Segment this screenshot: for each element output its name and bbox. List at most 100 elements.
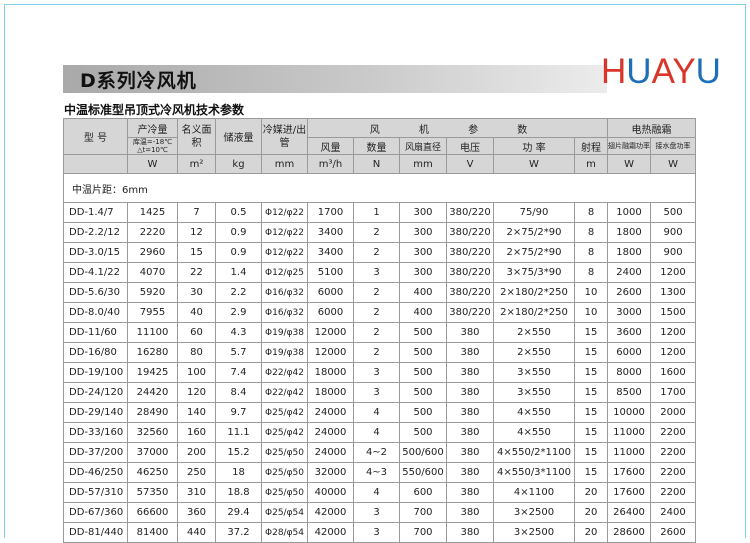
fin-pitch-label: 中温片距：6mm — [62, 173, 697, 203]
cell-liquid: 9.7 — [215, 402, 262, 423]
cell-diameter: 500 — [399, 342, 447, 363]
header-liquid: 储液量 — [215, 118, 262, 155]
header-range: 射程 — [573, 137, 609, 155]
cell-diameter: 400 — [399, 282, 447, 303]
cell-diameter: 300 — [399, 202, 447, 223]
cell-voltage: 380 — [446, 462, 494, 483]
cell-diameter: 550/600 — [399, 462, 447, 483]
cell-range: 10 — [573, 302, 609, 323]
cell-qty: 2 — [353, 322, 400, 343]
fin-pitch-row: 中温片距：6mm — [62, 173, 697, 203]
cell-area: 7 — [177, 202, 216, 223]
cell-power: 4×550 — [493, 402, 575, 423]
cell-power: 4×550 — [493, 422, 575, 443]
cell-area: 160 — [177, 422, 216, 443]
header-capacity: 产冷量 — [127, 118, 178, 138]
cell-range: 15 — [573, 462, 609, 483]
cell-model: DD-29/140 — [63, 402, 128, 423]
logo-letter-u1: U — [626, 52, 652, 91]
cell-fin-power: 28600 — [607, 522, 652, 543]
cell-area: 200 — [177, 442, 216, 463]
cell-range: 20 — [573, 482, 609, 503]
header-fan-group: 风 机 参 数 — [306, 118, 609, 138]
cell-power: 2×550 — [493, 342, 575, 363]
table-row: DD-19/100 19425 100 7.4 Φ22/φ42 18000 3 500 380 3… — [63, 362, 697, 383]
cell-model: DD-16/80 — [63, 342, 128, 363]
header-airflow: 风量 — [307, 137, 354, 155]
cell-tray-power: 1200 — [650, 262, 697, 283]
cell-model: DD-33/160 — [63, 422, 128, 443]
cell-diameter: 500 — [399, 402, 447, 423]
cell-pipe: Φ28/φ54 — [261, 522, 308, 543]
logo-letter-u2: U — [695, 52, 721, 91]
cell-fin-power: 1000 — [607, 202, 652, 223]
unit-power: W — [493, 154, 575, 174]
cell-voltage: 380 — [446, 442, 494, 463]
cell-voltage: 380 — [446, 502, 494, 523]
cell-diameter: 500 — [399, 362, 447, 383]
cell-fin-power: 2400 — [607, 262, 652, 283]
cell-power: 3×2500 — [493, 502, 575, 523]
cell-pipe: Φ25/φ50 — [261, 442, 308, 463]
cell-diameter: 300 — [399, 262, 447, 283]
cell-airflow: 24000 — [307, 422, 354, 443]
cell-capacity: 66600 — [127, 502, 178, 523]
header-defrost-group: 电热融霜 — [607, 118, 697, 138]
table-row: DD-37/200 37000 200 15.2 Φ25/φ50 24000 4~2 500/… — [63, 442, 697, 463]
table-row: DD-46/250 46250 250 18 Φ25/φ50 32000 4~3 550/60… — [63, 462, 697, 483]
cell-range: 8 — [573, 262, 609, 283]
cell-tray-power: 900 — [650, 222, 697, 243]
cell-voltage: 380/220 — [446, 222, 494, 243]
cell-airflow: 3400 — [307, 242, 354, 263]
cell-range: 10 — [573, 282, 609, 303]
cell-range: 15 — [573, 382, 609, 403]
cell-voltage: 380/220 — [446, 302, 494, 323]
unit-range: m — [573, 154, 609, 174]
cell-voltage: 380 — [446, 322, 494, 343]
logo-letter-a: A — [651, 52, 673, 91]
cell-qty: 2 — [353, 282, 400, 303]
unit-qty: N — [353, 154, 400, 174]
unit-voltage: V — [446, 154, 494, 174]
cell-fin-power: 10000 — [607, 402, 652, 423]
unit-area: m² — [177, 154, 216, 174]
cell-model: DD-46/250 — [63, 462, 128, 483]
header-pipe: 冷媒进/出管 — [261, 118, 308, 155]
cell-voltage: 380 — [446, 522, 494, 543]
unit-fin-power: W — [607, 154, 652, 174]
cell-voltage: 380/220 — [446, 282, 494, 303]
cell-fin-power: 2600 — [607, 282, 652, 303]
cell-capacity: 16280 — [127, 342, 178, 363]
cell-tray-power: 2200 — [650, 462, 697, 483]
table-row: DD-33/160 32560 160 11.1 Φ25/φ42 24000 4 500 380… — [63, 422, 697, 443]
cell-diameter: 700 — [399, 522, 447, 543]
cell-voltage: 380/220 — [446, 262, 494, 283]
cell-airflow: 18000 — [307, 382, 354, 403]
brand-logo: HUAYU — [601, 52, 721, 92]
cell-capacity: 19425 — [127, 362, 178, 383]
cell-tray-power: 1500 — [650, 302, 697, 323]
cell-power: 4×550/3*1100 — [493, 462, 575, 483]
cell-tray-power: 2600 — [650, 522, 697, 543]
table-row: DD-1.4/7 1425 7 0.5 Φ12/φ22 1700 1 300 380/220 75… — [63, 202, 697, 223]
cell-capacity: 4070 — [127, 262, 178, 283]
cell-model: DD-24/120 — [63, 382, 128, 403]
cell-power: 2×180/2*250 — [493, 282, 575, 303]
header-fin-power: 翅片融霜功率 — [607, 137, 652, 155]
cell-model: DD-8.0/40 — [63, 302, 128, 323]
cell-tray-power: 1700 — [650, 382, 697, 403]
cell-pipe: Φ25/φ54 — [261, 502, 308, 523]
cell-diameter: 500 — [399, 382, 447, 403]
header-area: 名义面积 — [177, 118, 216, 155]
cell-liquid: 4.3 — [215, 322, 262, 343]
cell-liquid: 1.4 — [215, 262, 262, 283]
unit-model — [63, 154, 128, 174]
cell-pipe: Φ22/φ42 — [261, 382, 308, 403]
cell-area: 15 — [177, 242, 216, 263]
logo-letter-h: H — [601, 52, 627, 91]
cell-power: 3×550 — [493, 382, 575, 403]
cell-fin-power: 6000 — [607, 342, 652, 363]
cell-pipe: Φ25/φ42 — [261, 422, 308, 443]
cell-airflow: 40000 — [307, 482, 354, 503]
cell-diameter: 700 — [399, 502, 447, 523]
